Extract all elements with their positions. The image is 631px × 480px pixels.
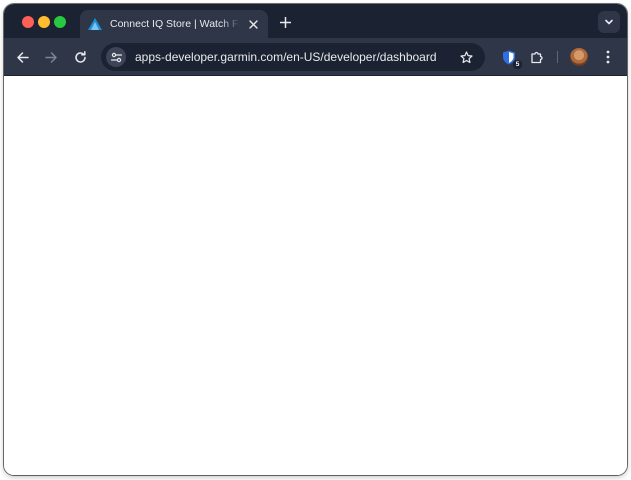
browser-window: Connect IQ Store | Watch Faces xyxy=(4,4,627,475)
reload-button[interactable] xyxy=(70,47,90,67)
avatar[interactable] xyxy=(570,48,588,66)
star-icon[interactable] xyxy=(457,48,475,66)
kebab-menu-icon xyxy=(606,50,610,64)
arrow-left-icon xyxy=(16,51,29,63)
page-content xyxy=(4,76,627,475)
tab-title: Connect IQ Store | Watch Faces xyxy=(110,18,240,30)
address-bar[interactable]: apps-developer.garmin.com/en-US/develope… xyxy=(101,43,485,71)
url-text[interactable]: apps-developer.garmin.com/en-US/develope… xyxy=(135,50,457,64)
back-button[interactable] xyxy=(12,47,32,67)
reload-icon xyxy=(74,50,86,63)
garmin-triangle-icon xyxy=(88,17,102,31)
toolbar: apps-developer.garmin.com/en-US/develope… xyxy=(4,38,627,76)
plus-icon xyxy=(279,16,291,28)
forward-button[interactable] xyxy=(41,47,61,67)
extension-shield-button[interactable]: 5 xyxy=(499,47,522,69)
puzzle-icon xyxy=(531,51,543,64)
tab-strip: Connect IQ Store | Watch Faces xyxy=(4,4,627,38)
extensions-button[interactable] xyxy=(527,47,547,67)
tab-active[interactable]: Connect IQ Store | Watch Faces xyxy=(80,10,268,38)
tab-search-button[interactable] xyxy=(598,11,620,33)
arrow-right-icon xyxy=(44,51,57,63)
window-minimize-button[interactable] xyxy=(38,16,50,28)
extension-badge: 5 xyxy=(513,60,522,69)
window-zoom-button[interactable] xyxy=(54,16,66,28)
menu-button[interactable] xyxy=(598,47,618,67)
chevron-down-icon xyxy=(605,19,613,25)
close-icon[interactable] xyxy=(246,17,260,31)
toolbar-divider xyxy=(557,51,558,63)
window-close-button[interactable] xyxy=(22,16,34,28)
new-tab-button[interactable] xyxy=(276,13,294,31)
tune-icon[interactable] xyxy=(106,47,126,67)
